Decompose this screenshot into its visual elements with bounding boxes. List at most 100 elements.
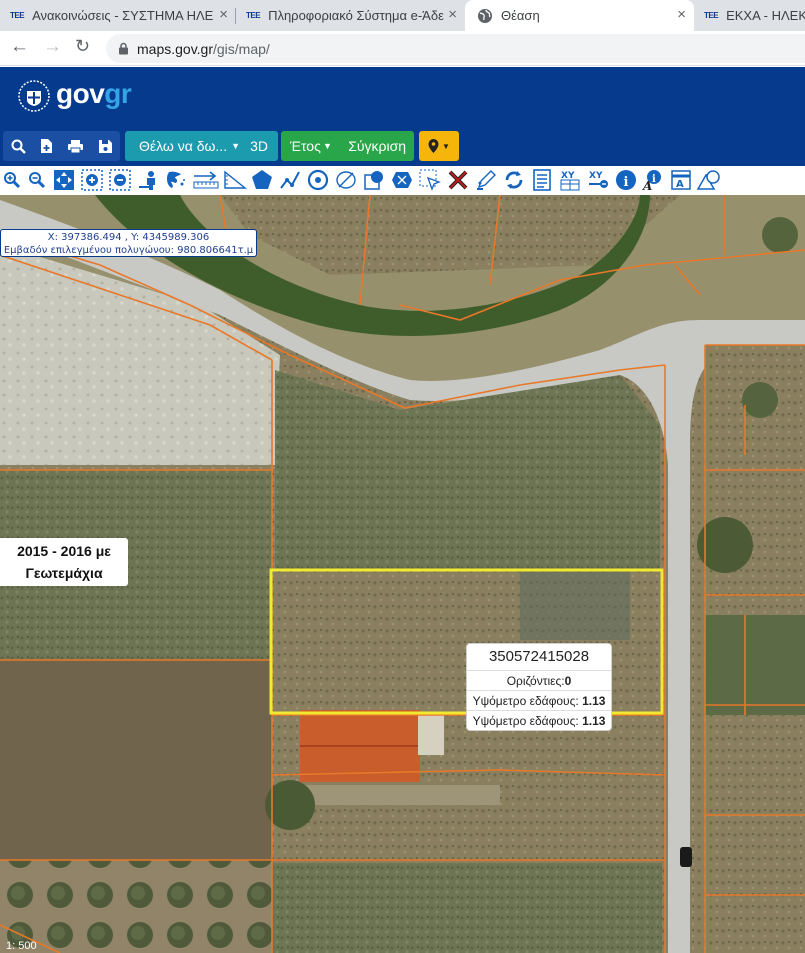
- close-icon[interactable]: ×: [444, 6, 457, 23]
- caret-down-icon: ▼: [442, 141, 450, 151]
- tab-theasi[interactable]: Θέαση ×: [465, 0, 694, 31]
- select-area-tool[interactable]: [390, 167, 414, 193]
- list-tool[interactable]: [530, 167, 554, 193]
- tab-title: ΕΚΧΑ - ΗΛΕΚΤΡ: [726, 8, 805, 23]
- info-text-tool[interactable]: iA: [641, 167, 665, 193]
- svg-text:A: A: [642, 179, 652, 191]
- forward-arrow-icon[interactable]: →: [43, 36, 62, 58]
- search-button[interactable]: [5, 131, 31, 161]
- xy-coordinates-text: X: 397386.494 , Y: 4345989.306: [47, 232, 210, 243]
- printer-icon: [67, 139, 83, 153]
- tee-favicon: ΤΕΕ: [10, 11, 25, 20]
- lock-icon: [119, 42, 128, 55]
- govgr-logo[interactable]: govgr: [56, 78, 132, 110]
- new-file-button[interactable]: [33, 131, 59, 161]
- xy-table-icon: XY: [560, 171, 580, 191]
- url-path: /gis/map/: [213, 40, 270, 57]
- location-dropdown[interactable]: ▼: [419, 131, 459, 161]
- zoom-box-out-icon: [109, 169, 131, 191]
- measure-angle-tool[interactable]: [222, 167, 248, 193]
- draw-point-tool[interactable]: [362, 167, 386, 193]
- circle-target-icon: [307, 169, 329, 191]
- xy-coordinates-tool[interactable]: XY: [558, 167, 582, 193]
- person-icon: [139, 171, 155, 190]
- year-dropdown[interactable]: Έτος: [290, 138, 321, 154]
- edit-tool[interactable]: [474, 167, 498, 193]
- greece-map-tool[interactable]: [164, 167, 188, 193]
- back-arrow-icon[interactable]: ←: [10, 36, 29, 58]
- svg-text:i: i: [624, 175, 629, 190]
- 3d-toggle[interactable]: 3D: [250, 138, 268, 154]
- measure-distance-tool[interactable]: [192, 167, 220, 193]
- zoom-box-out-tool[interactable]: [108, 167, 132, 193]
- svg-text:XY: XY: [589, 171, 603, 181]
- elevation-value: 1.13: [582, 694, 606, 708]
- globe-icon: [478, 8, 492, 23]
- year-label-line1: 2015 - 2016 με: [17, 543, 111, 559]
- select-tool[interactable]: [418, 167, 442, 193]
- print-button[interactable]: [61, 131, 89, 161]
- reload-icon[interactable]: ↻: [75, 36, 90, 57]
- zoom-box-in-tool[interactable]: [80, 167, 104, 193]
- compare-button[interactable]: Σύγκριση: [348, 138, 406, 154]
- label-tool[interactable]: A: [669, 167, 693, 193]
- year-layer-label: 2015 - 2016 με Γεωτεμάχια: [0, 538, 128, 586]
- freehand-shape-tool[interactable]: [334, 167, 358, 193]
- clear-tool[interactable]: [446, 167, 470, 193]
- elevation-row-2: Υψόμετρο εδάφους: 1.13: [467, 710, 611, 730]
- polyline-icon: [280, 171, 300, 189]
- zoom-out-tool[interactable]: [25, 167, 49, 193]
- browser-address-bar: ← → ↻ maps.gov.gr/gis/map/: [0, 31, 805, 66]
- map-marker-icon: [428, 139, 439, 153]
- url-input[interactable]: maps.gov.gr/gis/map/: [106, 34, 805, 63]
- tee-favicon: ΤΕΕ: [246, 11, 261, 20]
- site-header: govgr: [0, 67, 805, 126]
- elevation-label: Υψόμετρο εδάφους:: [472, 694, 579, 708]
- map-scale-text: 1: 500: [6, 940, 37, 952]
- info-a-icon: iA: [642, 170, 661, 191]
- contours-label: Οριζόντιες:: [506, 674, 565, 688]
- info-tool[interactable]: i: [614, 167, 638, 193]
- zoom-in-tool[interactable]: [0, 167, 24, 193]
- point-square-icon: [364, 171, 383, 190]
- draw-polygon-tool[interactable]: [250, 167, 274, 193]
- cursor-select-icon: [419, 169, 441, 191]
- tab-e-adeies[interactable]: ΤΕΕ Πληροφοριακό Σύστημα e-Άδει ×: [236, 0, 465, 31]
- tab-announcements[interactable]: ΤΕΕ Ανακοινώσεις - ΣΥΣΤΗΜΑ ΗΛΕ ×: [0, 0, 236, 31]
- hexagon-select-icon: [392, 172, 412, 188]
- want-to-see-dropdown[interactable]: Θέλω να δω... ▼ 3D: [125, 131, 278, 161]
- browser-tab-strip: ΤΕΕ Ανακοινώσεις - ΣΥΣΤΗΜΑ ΗΛΕ × ΤΕΕ Πλη…: [0, 0, 805, 31]
- draw-circle-tool[interactable]: [306, 167, 330, 193]
- close-icon[interactable]: ×: [215, 6, 228, 23]
- go-to-xy-tool[interactable]: XY: [586, 167, 610, 193]
- draw-line-tool[interactable]: [278, 167, 302, 193]
- greek-emblem-icon: [18, 80, 50, 112]
- contours-value: 0: [564, 674, 572, 688]
- contours-row: Οριζόντιες:0: [467, 670, 611, 690]
- ruler-icon: [193, 171, 219, 189]
- year-compare-group: Έτος ▼ Σύγκριση: [281, 131, 414, 161]
- pentagon-icon: [252, 170, 272, 189]
- elevation-label: Υψόμετρο εδάφους:: [472, 714, 579, 728]
- shapes-tool[interactable]: [697, 167, 721, 193]
- pan-arrows-icon: [54, 170, 74, 190]
- save-button[interactable]: [91, 131, 119, 161]
- refresh-tool[interactable]: [502, 167, 526, 193]
- caret-down-icon: ▼: [323, 141, 332, 151]
- url-host: maps.gov.gr: [137, 40, 213, 57]
- pan-tool[interactable]: [52, 167, 76, 193]
- document-list-icon: [533, 169, 551, 191]
- logo-gr-text: gr: [104, 78, 132, 109]
- close-icon[interactable]: ×: [673, 6, 686, 23]
- tab-title: Θέαση: [501, 8, 540, 23]
- tab-ekxa[interactable]: ΤΕΕ ΕΚΧΑ - ΗΛΕΚΤΡ: [694, 0, 805, 31]
- map-toolbar: Θέλω να δω... ▼ 3D Έτος ▼ Σύγκριση ▼: [0, 126, 805, 166]
- parcel-id: 350572415028: [488, 648, 590, 665]
- zoom-box-in-icon: [81, 169, 103, 191]
- search-icon: [11, 139, 26, 154]
- close-x-icon: [448, 170, 468, 190]
- file-plus-icon: [40, 139, 52, 153]
- polygon-area-text: Εμβαδόν επιλεγμένου πολυγώνου: 980.80664…: [3, 245, 254, 256]
- street-view-tool[interactable]: [137, 167, 161, 193]
- text-label-icon: A: [671, 170, 691, 190]
